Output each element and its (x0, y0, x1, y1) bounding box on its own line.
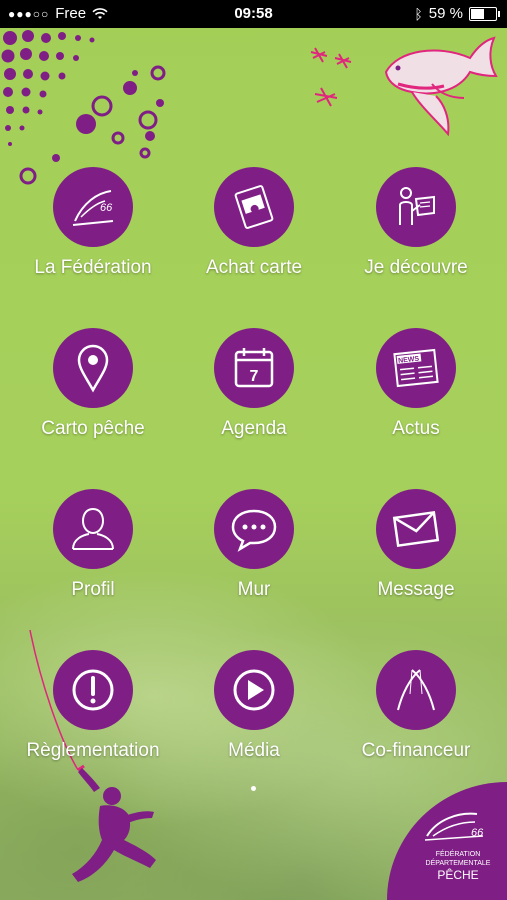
menu-item-label: Règlementation (26, 740, 160, 761)
menu-item-label: Actus (392, 418, 440, 439)
menu-item-circle (53, 650, 133, 730)
menu-item-circle (214, 489, 294, 569)
calendar-day: 7 (250, 368, 259, 385)
menu-item-reglementation[interactable]: Règlementation (13, 650, 173, 762)
newspaper-icon: NEWS (393, 348, 439, 388)
logo-line1: FÉDÉRATION (436, 849, 481, 858)
menu-item-circle (214, 650, 294, 730)
menu-item-circle (376, 489, 456, 569)
logo-number: 66 (471, 827, 484, 839)
menu-item-message[interactable]: Message (336, 489, 496, 601)
menu-item-label: Message (377, 579, 455, 600)
menu-item-label: Je découvre (364, 257, 468, 278)
menu-item-label: La Fédération (34, 257, 152, 278)
menu-item-profil[interactable]: Profil (13, 489, 173, 601)
menu-item-circle: NEWS (376, 328, 456, 408)
calendar-icon: 7 (234, 348, 274, 388)
menu-item-je-decouvre[interactable]: Je découvre (336, 167, 496, 279)
menu-item-carto-peche[interactable]: Carto pêche (13, 328, 173, 440)
menu-item-circle: 66 (53, 167, 133, 247)
chat-bubble-icon (231, 509, 277, 552)
map-pin-icon (77, 344, 109, 393)
news-badge: NEWS (398, 356, 420, 365)
envelope-icon (392, 510, 440, 548)
menu-item-agenda[interactable]: 7 Agenda (174, 328, 334, 440)
page-indicator (251, 786, 256, 791)
menu-item-label: Agenda (221, 418, 287, 439)
logo-line3: PÊCHE (437, 867, 478, 882)
federation-logo: 66 FÉDÉRATION DÉPARTEMENTALE PÊCHE (424, 812, 491, 882)
menu-item-achat-carte[interactable]: Achat carte (174, 167, 334, 279)
fishing-rods-icon (397, 669, 435, 711)
menu-item-label: Carto pêche (41, 418, 145, 439)
menu-item-label: Profil (71, 579, 115, 600)
menu-item-label: Média (228, 740, 280, 761)
menu-item-actus[interactable]: NEWS Actus (336, 328, 496, 440)
fishing-card-icon (234, 185, 274, 229)
federation-number: 66 (100, 202, 113, 214)
menu-item-label: Mur (237, 579, 271, 600)
menu-item-media[interactable]: Média (174, 650, 334, 762)
menu-item-circle (376, 167, 456, 247)
user-icon (72, 507, 114, 550)
menu-item-label: Achat carte (205, 257, 303, 278)
play-icon (233, 669, 275, 711)
exclamation-icon (72, 669, 114, 711)
menu-item-co-financeur[interactable]: Co-financeur (336, 650, 496, 762)
menu-item-mur[interactable]: Mur (174, 489, 334, 601)
federation-logo-icon: 66 (72, 190, 113, 226)
menu-item-circle: 7 (214, 328, 294, 408)
menu-item-circle (53, 328, 133, 408)
menu-item-label: Co-financeur (361, 740, 471, 761)
menu-item-circle (376, 650, 456, 730)
menu-item-circle (214, 167, 294, 247)
menu-grid: 66 La Fédération Achat carte Je découvre (0, 0, 507, 900)
menu-item-circle (53, 489, 133, 569)
reader-icon (399, 187, 435, 225)
menu-item-federation[interactable]: 66 La Fédération (13, 167, 173, 279)
logo-line2: DÉPARTEMENTALE (426, 858, 491, 867)
